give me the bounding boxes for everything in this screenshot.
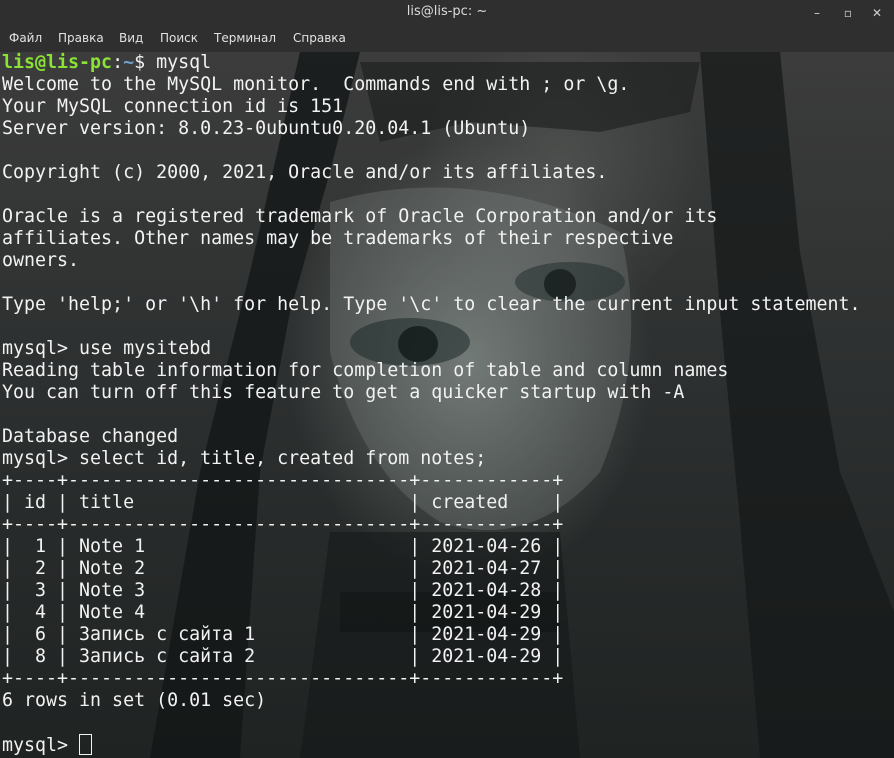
output-line: | 2 | Note 2 | 2021-04-27 | xyxy=(2,558,564,579)
final-prompt-line: mysql> xyxy=(2,734,861,756)
terminal-area[interactable]: lis@lis-pc:~$ mysql Welcome to the MySQL … xyxy=(0,52,894,758)
terminal-output: lis@lis-pc:~$ mysql Welcome to the MySQL … xyxy=(2,52,861,756)
terminal-window: lis@lis-pc: ~ – ▫ ✕ Файл Правка Вид Поис… xyxy=(0,0,894,758)
prompt-path: ~ xyxy=(123,52,135,73)
final-prompt: mysql> xyxy=(2,735,80,756)
output-line: Welcome to the MySQL monitor. Commands e… xyxy=(2,74,630,95)
prompt-symbol: $ xyxy=(134,52,157,73)
output-line: Copyright (c) 2000, 2021, Oracle and/or … xyxy=(2,162,608,183)
output-line: Reading table information for completion… xyxy=(2,360,729,381)
menu-help[interactable]: Справка xyxy=(293,31,346,45)
output-line: Database changed xyxy=(2,426,179,447)
output-line: mysql> use mysitebd xyxy=(2,338,212,359)
menu-terminal[interactable]: Терминал xyxy=(214,31,276,45)
window-title: lis@lis-pc: ~ xyxy=(406,4,488,19)
output-line: +----+-------------------------------+--… xyxy=(2,514,564,535)
title-bar[interactable]: lis@lis-pc: ~ – ▫ ✕ xyxy=(0,0,894,27)
output-line: | 6 | Запись с сайта 1 | 2021-04-29 | xyxy=(2,624,564,645)
prompt-separator: : xyxy=(112,52,124,73)
output-line: Your MySQL connection id is 151 xyxy=(2,96,344,117)
output-line: Server version: 8.0.23-0ubuntu0.20.04.1 … xyxy=(2,118,531,139)
minimize-icon[interactable]: – xyxy=(805,2,829,24)
output-line: | 3 | Note 3 | 2021-04-28 | xyxy=(2,580,564,601)
menu-file[interactable]: Файл xyxy=(9,31,42,45)
output-line: | id | title | created | xyxy=(2,492,564,513)
text-cursor xyxy=(79,734,93,755)
output-line: mysql> select id, title, created from no… xyxy=(2,448,487,469)
output-line: | 1 | Note 1 | 2021-04-26 | xyxy=(2,536,564,557)
output-line: Oracle is a registered trademark of Orac… xyxy=(2,206,718,227)
output-line: | 4 | Note 4 | 2021-04-29 | xyxy=(2,602,564,623)
menu-bar: Файл Правка Вид Поиск Терминал Справка xyxy=(0,27,894,52)
output-line: +----+-------------------------------+--… xyxy=(2,470,564,491)
prompt-user-host: lis@lis-pc xyxy=(2,52,113,73)
output-line: owners. xyxy=(2,250,80,271)
output-line: You can turn off this feature to get a q… xyxy=(2,382,685,403)
prompt-line: lis@lis-pc:~$ mysql xyxy=(2,52,861,74)
close-icon[interactable]: ✕ xyxy=(865,2,889,24)
output-line: affiliates. Other names may be trademark… xyxy=(2,228,674,249)
menu-edit[interactable]: Правка xyxy=(58,31,104,45)
menu-search[interactable]: Поиск xyxy=(160,31,198,45)
maximize-icon[interactable]: ▫ xyxy=(836,2,860,24)
prompt-command: mysql xyxy=(156,52,212,73)
output-line: | 8 | Запись с сайта 2 | 2021-04-29 | xyxy=(2,646,564,667)
output-line: Type 'help;' or '\h' for help. Type '\c'… xyxy=(2,294,861,315)
menu-view[interactable]: Вид xyxy=(119,31,143,45)
output-line: 6 rows in set (0.01 sec) xyxy=(2,690,267,711)
output-line: +----+-------------------------------+--… xyxy=(2,668,564,689)
